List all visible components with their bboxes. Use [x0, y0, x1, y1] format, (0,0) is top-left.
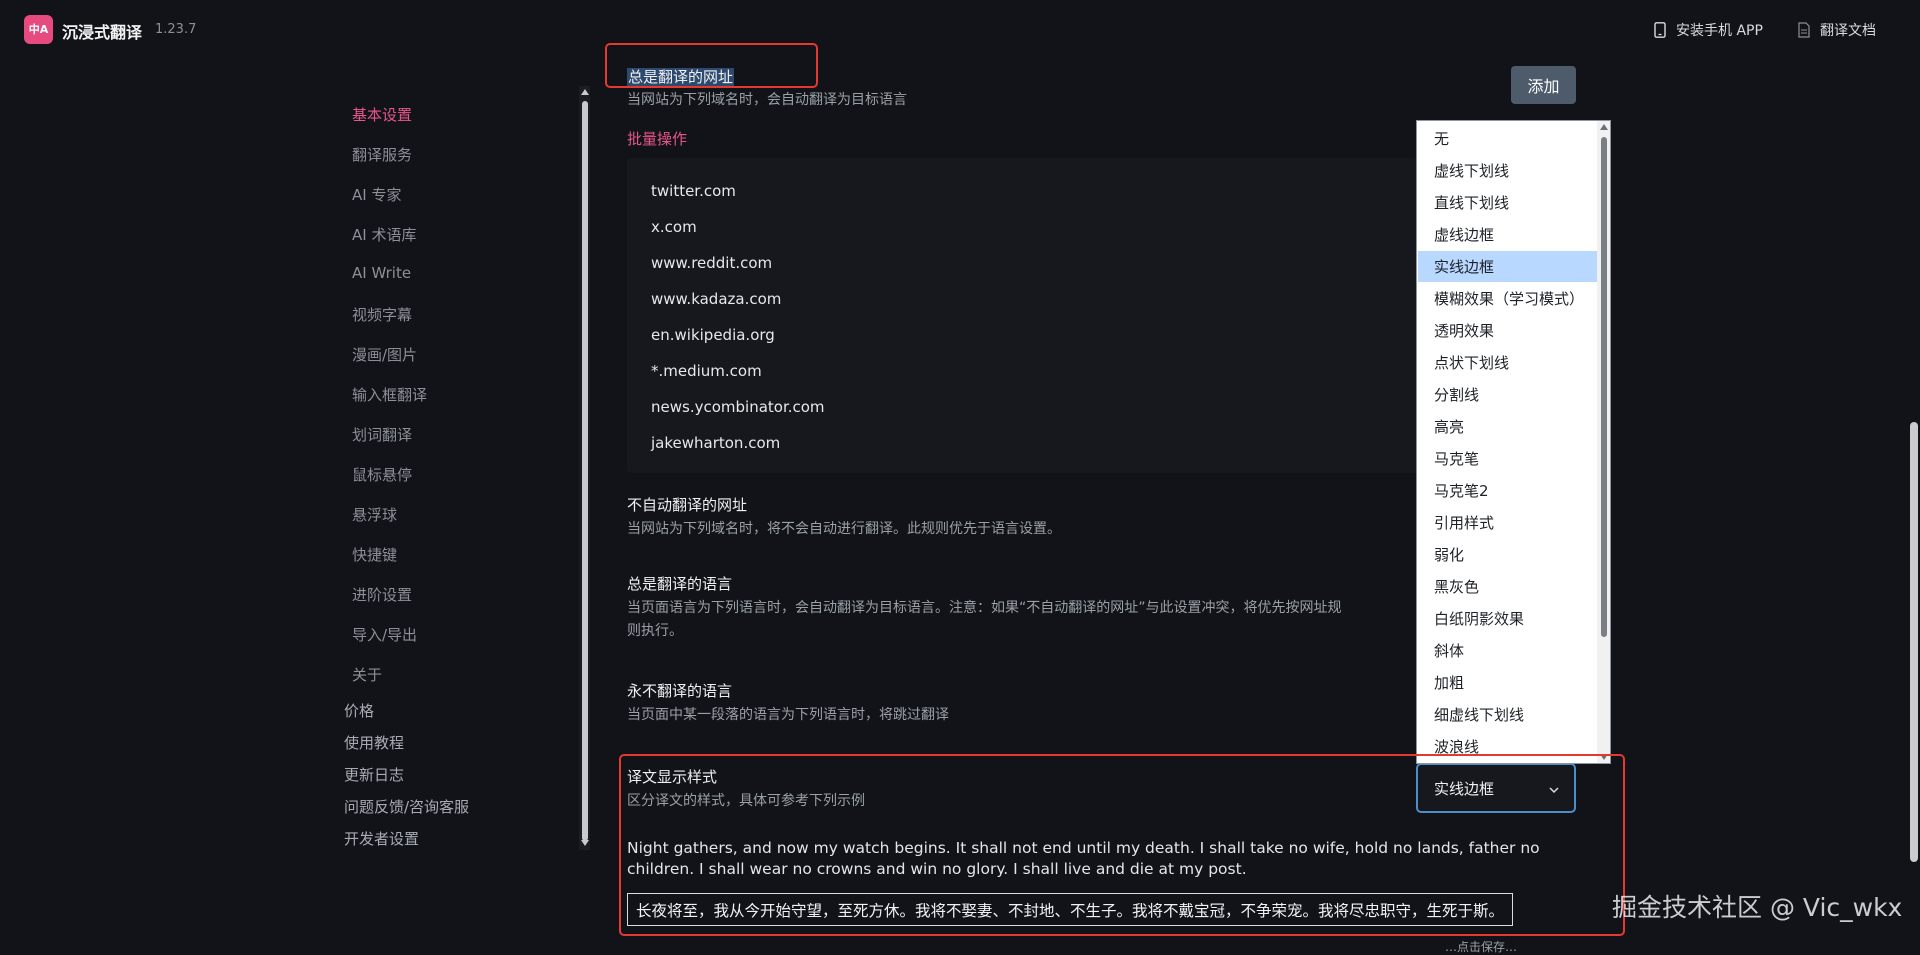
list-item[interactable]: x.com [651, 218, 697, 236]
dropdown-option[interactable]: 直线下划线 [1418, 187, 1597, 218]
translation-docs-link[interactable]: 翻译文档 [1798, 20, 1876, 40]
sidebar-scroll-up-arrow-icon[interactable] [581, 89, 589, 95]
sidebar-item-about[interactable]: 关于 [352, 664, 382, 685]
dropdown-option[interactable]: 无 [1418, 123, 1597, 154]
dropdown-option[interactable]: 马克笔 [1418, 443, 1597, 474]
dropdown-option[interactable]: 透明效果 [1418, 315, 1597, 346]
dropdown-option[interactable]: 弱化 [1418, 539, 1597, 570]
sidebar-link-changelog[interactable]: 更新日志 [344, 764, 404, 785]
translation-docs-label: 翻译文档 [1820, 23, 1876, 39]
sidebar-scrollbar-thumb[interactable] [582, 101, 588, 841]
always-translate-langs-desc-line1: 当页面语言为下列语言时，会自动翻译为目标语言。注意：如果“不自动翻译的网址”与此… [627, 600, 1342, 616]
list-item[interactable]: www.kadaza.com [651, 290, 781, 308]
sidebar-item-selection-translation[interactable]: 划词翻译 [352, 424, 412, 445]
sidebar-item-mouse-hover[interactable]: 鼠标悬停 [352, 464, 412, 485]
list-item[interactable]: www.reddit.com [651, 254, 772, 272]
app-version: 1.23.7 [155, 22, 197, 37]
always-translate-langs-desc-line2: 则执行。 [627, 623, 683, 639]
document-icon [1798, 22, 1812, 38]
add-button[interactable]: 添加 [1511, 66, 1576, 104]
dropdown-option[interactable]: 引用样式 [1418, 507, 1597, 538]
sidebar-item-video-subtitles[interactable]: 视频字幕 [352, 304, 412, 325]
app-logo: 中A [24, 15, 53, 44]
install-mobile-app-label: 安装手机 APP [1676, 23, 1763, 39]
mobile-phone-icon [1654, 22, 1668, 38]
dropdown-option[interactable]: 高亮 [1418, 411, 1597, 442]
dropdown-scroll-up-arrow-icon[interactable] [1600, 124, 1608, 130]
dropdown-option[interactable]: 细虚线下划线 [1418, 699, 1597, 730]
sidebar-link-feedback[interactable]: 问题反馈/咨询客服 [344, 796, 469, 817]
dropdown-option[interactable]: 斜体 [1418, 635, 1597, 666]
app-name: 沉浸式翻译 [62, 23, 143, 42]
dropdown-scrollbar-thumb[interactable] [1601, 137, 1607, 637]
never-translate-langs-desc: 当页面中某一段落的语言为下列语言时，将跳过翻译 [627, 707, 949, 723]
dropdown-option[interactable]: 白纸阴影效果 [1418, 603, 1597, 634]
sidebar-item-ai-expert[interactable]: AI 专家 [352, 184, 401, 205]
always-translate-url-list: twitter.com x.com www.reddit.com www.kad… [627, 158, 1417, 473]
sidebar-item-manga-images[interactable]: 漫画/图片 [352, 344, 417, 365]
sidebar-item-translation-service[interactable]: 翻译服务 [352, 144, 412, 165]
sidebar-item-floating-ball[interactable]: 悬浮球 [352, 504, 397, 525]
settings-sidebar: 基本设置 翻译服务 AI 专家 AI 术语库 AI Write 视频字幕 漫画/… [0, 60, 580, 945]
sidebar-item-ai-glossary[interactable]: AI 术语库 [352, 224, 416, 245]
batch-operation-link[interactable]: 批量操作 [627, 128, 687, 149]
dropdown-option[interactable]: 点状下划线 [1418, 347, 1597, 378]
sidebar-item-basic-settings[interactable]: 基本设置 [352, 104, 412, 125]
always-translate-sites-desc: 当网站为下列域名时，会自动翻译为目标语言 [627, 92, 907, 108]
page-scrollbar-thumb[interactable] [1910, 422, 1918, 862]
list-item[interactable]: en.wikipedia.org [651, 326, 775, 344]
sidebar-item-import-export[interactable]: 导入/导出 [352, 624, 417, 645]
dropdown-option[interactable]: 马克笔2 [1418, 475, 1597, 506]
dropdown-option[interactable]: 虚线下划线 [1418, 155, 1597, 186]
display-style-options-list: 无 虚线下划线 直线下划线 虚线边框 实线边框 模糊效果（学习模式） 透明效果 … [1416, 120, 1611, 764]
watermark: 掘金技术社区 @ Vic_wkx [1612, 893, 1903, 922]
clipped-text: …点击保存… [1445, 940, 1518, 954]
sidebar-item-input-translation[interactable]: 输入框翻译 [352, 384, 427, 405]
install-mobile-app-link[interactable]: 安装手机 APP [1654, 20, 1763, 40]
list-item[interactable]: jakewharton.com [651, 434, 780, 452]
sidebar-link-tutorial[interactable]: 使用教程 [344, 732, 404, 753]
annotation-box-title [605, 43, 818, 88]
dropdown-option[interactable]: 加粗 [1418, 667, 1597, 698]
dropdown-option[interactable]: 分割线 [1418, 379, 1597, 410]
always-translate-langs-title: 总是翻译的语言 [627, 575, 733, 593]
sidebar-item-advanced-settings[interactable]: 进阶设置 [352, 584, 412, 605]
annotation-box-display-style [619, 754, 1625, 936]
sidebar-scroll-down-arrow-icon[interactable] [581, 840, 589, 846]
dropdown-option[interactable]: 虚线边框 [1418, 219, 1597, 250]
never-translate-sites-title: 不自动翻译的网址 [627, 496, 748, 514]
dropdown-option[interactable]: 黑灰色 [1418, 571, 1597, 602]
sidebar-item-shortcuts[interactable]: 快捷键 [352, 544, 397, 565]
list-item[interactable]: twitter.com [651, 182, 736, 200]
dropdown-option[interactable]: 模糊效果（学习模式） [1418, 283, 1597, 314]
sidebar-item-ai-write[interactable]: AI Write [352, 264, 411, 282]
sidebar-link-pricing[interactable]: 价格 [344, 700, 374, 721]
dropdown-option-selected[interactable]: 实线边框 [1418, 251, 1597, 282]
list-item[interactable]: *.medium.com [651, 362, 762, 380]
list-item[interactable]: news.ycombinator.com [651, 398, 825, 416]
never-translate-langs-title: 永不翻译的语言 [627, 682, 733, 700]
app-header: 中A 沉浸式翻译 1.23.7 安装手机 APP 翻译文档 [0, 0, 1920, 60]
sidebar-link-developer-settings[interactable]: 开发者设置 [344, 828, 419, 849]
never-translate-sites-desc: 当网站为下列域名时，将不会自动进行翻译。此规则优先于语言设置。 [627, 521, 1061, 537]
